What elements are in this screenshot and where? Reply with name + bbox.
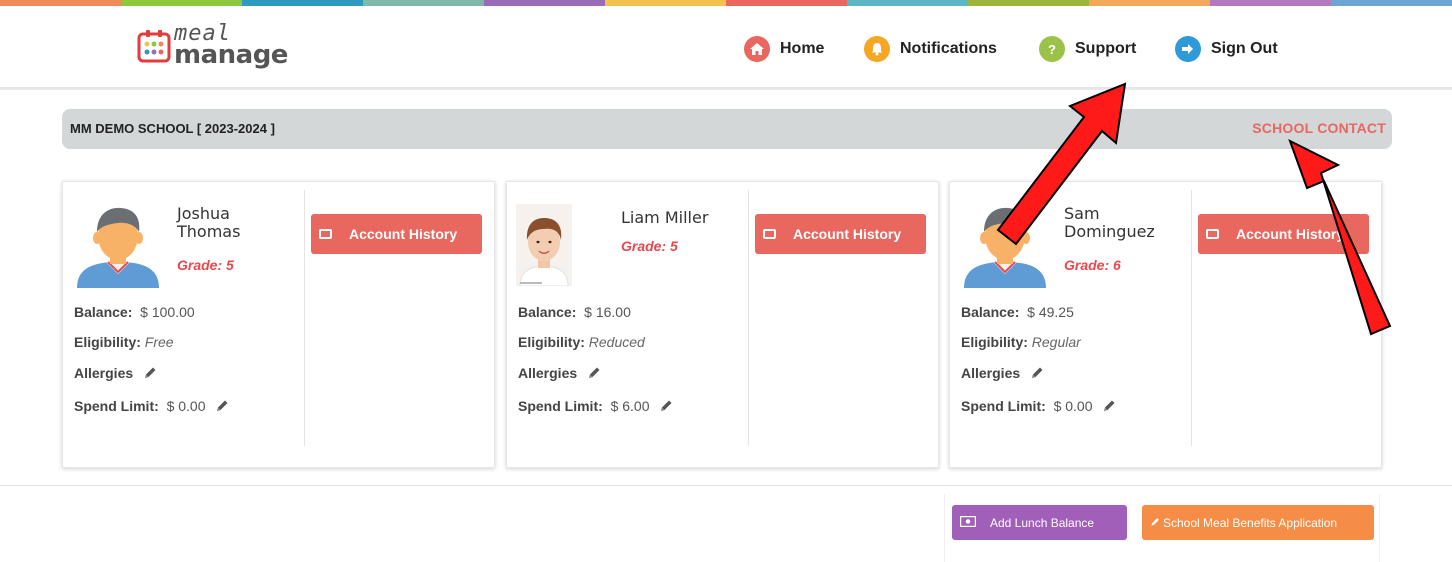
grade-label: Grade: (1064, 257, 1110, 273)
spend-limit-value: $ 0.00 (1053, 398, 1093, 414)
student-card: Sam Dominguez Grade: 6 Account History B… (949, 181, 1382, 468)
school-name: MM DEMO SCHOOL [ 2023-2024 ] (70, 121, 275, 136)
account-history-label: Account History (349, 226, 458, 242)
question-icon: ? (1039, 36, 1065, 62)
calendar-icon (137, 29, 171, 63)
allergies-label: Allergies (961, 365, 1021, 381)
spend-limit-label: Spend Limit: (961, 398, 1046, 414)
student-first-name: Joshua (177, 204, 230, 223)
balance-label: Balance: (961, 304, 1020, 320)
account-history-label: Account History (793, 226, 902, 242)
eligibility-value: Regular (1031, 334, 1081, 350)
nav-notifications-label: Notifications (900, 40, 997, 57)
student-first-name: Sam (1064, 204, 1100, 223)
avatar (75, 202, 161, 288)
grade-label: Grade: (621, 238, 667, 254)
section-divider (0, 485, 1452, 486)
spend-limit-value: $ 0.00 (166, 398, 206, 414)
edit-spend-limit-pencil-icon[interactable] (1102, 399, 1116, 416)
allergies-label: Allergies (74, 365, 134, 381)
student-full-name: Liam Miller (621, 208, 709, 227)
student-grade: Grade: 6 (1064, 257, 1121, 273)
student-card: Liam Miller Grade: 5 Account History Bal… (506, 181, 939, 468)
card-divider (1191, 190, 1192, 446)
balance-label: Balance: (74, 304, 133, 320)
student-photo (516, 204, 572, 286)
grade-value: 5 (670, 238, 678, 254)
pencil-icon (1150, 516, 1160, 530)
add-lunch-balance-label: Add Lunch Balance (990, 515, 1095, 530)
spend-limit-row: Spend Limit: $ 0.00 (74, 398, 229, 416)
allergies-row: Allergies (518, 365, 601, 383)
eligibility-row: Eligibility: Free (74, 334, 174, 350)
allergies-label: Allergies (518, 365, 578, 381)
allergies-row: Allergies (74, 365, 157, 383)
nav-signout[interactable]: Sign Out (1175, 36, 1278, 62)
student-last-name: Dominguez (1064, 222, 1155, 241)
spend-limit-value: $ 6.00 (610, 398, 650, 414)
grade-value: 6 (1113, 257, 1121, 273)
meal-benefits-label: School Meal Benefits Application (1163, 515, 1338, 530)
eligibility-row: Eligibility: Reduced (518, 334, 645, 350)
balance-value: $ 100.00 (140, 304, 195, 320)
student-card: Joshua Thomas Grade: 5 Account History B… (62, 181, 495, 468)
credit-card-icon (1206, 229, 1219, 239)
balance-row: Balance: $ 100.00 (74, 304, 195, 320)
credit-card-icon (319, 229, 332, 239)
money-icon (959, 515, 977, 530)
add-lunch-balance-button[interactable]: Add Lunch Balance (952, 505, 1127, 540)
card-divider (748, 190, 749, 446)
nav-support-label: Support (1075, 40, 1137, 57)
eligibility-value: Free (144, 334, 174, 350)
balance-label: Balance: (518, 304, 577, 320)
eligibility-row: Eligibility: Regular (961, 334, 1081, 350)
nav-home-label: Home (780, 40, 825, 57)
nav-support[interactable]: ? Support (1039, 36, 1136, 62)
account-history-button[interactable]: Account History (311, 214, 482, 254)
credit-card-icon (763, 229, 776, 239)
edit-spend-limit-pencil-icon[interactable] (659, 399, 673, 416)
meal-benefits-application-button[interactable]: School Meal Benefits Application (1142, 505, 1374, 540)
eligibility-label: Eligibility: (518, 334, 585, 350)
eligibility-label: Eligibility: (961, 334, 1028, 350)
student-last-name: Thomas (177, 222, 241, 241)
spend-limit-label: Spend Limit: (74, 398, 159, 414)
nav-signout-label: Sign Out (1211, 40, 1278, 57)
edit-spend-limit-pencil-icon[interactable] (215, 399, 229, 416)
school-bar: MM DEMO SCHOOL [ 2023-2024 ] SCHOOL CONT… (62, 109, 1392, 149)
school-contact-link[interactable]: SCHOOL CONTACT (1252, 120, 1386, 136)
grade-label: Grade: (177, 257, 223, 273)
spend-limit-row: Spend Limit: $ 6.00 (518, 398, 673, 416)
nav-home[interactable]: Home (744, 36, 824, 62)
nav-notifications[interactable]: Notifications (864, 36, 997, 62)
account-history-button[interactable]: Account History (755, 214, 926, 254)
allergies-row: Allergies (961, 365, 1044, 383)
balance-value: $ 16.00 (584, 304, 631, 320)
avatar (962, 202, 1048, 288)
eligibility-value: Reduced (588, 334, 645, 350)
bell-icon (864, 36, 890, 62)
student-grade: Grade: 5 (177, 257, 234, 273)
account-history-button[interactable]: Account History (1198, 214, 1369, 254)
card-divider (304, 190, 305, 446)
edit-allergies-pencil-icon[interactable] (143, 366, 157, 383)
sign-out-icon (1175, 36, 1201, 62)
student-grade: Grade: 5 (621, 238, 678, 254)
spend-limit-label: Spend Limit: (518, 398, 603, 414)
home-icon (744, 36, 770, 62)
balance-row: Balance: $ 49.25 (961, 304, 1074, 320)
balance-row: Balance: $ 16.00 (518, 304, 631, 320)
edit-allergies-pencil-icon[interactable] (587, 366, 601, 383)
edit-allergies-pencil-icon[interactable] (1030, 366, 1044, 383)
logo-text-manage: manage (174, 39, 288, 70)
spend-limit-row: Spend Limit: $ 0.00 (961, 398, 1116, 416)
account-history-label: Account History (1236, 226, 1345, 242)
balance-value: $ 49.25 (1027, 304, 1074, 320)
grade-value: 5 (226, 257, 234, 273)
logo[interactable]: meal manage (137, 23, 288, 70)
eligibility-label: Eligibility: (74, 334, 141, 350)
header: meal manage Home Notifications ? Support… (0, 6, 1452, 90)
